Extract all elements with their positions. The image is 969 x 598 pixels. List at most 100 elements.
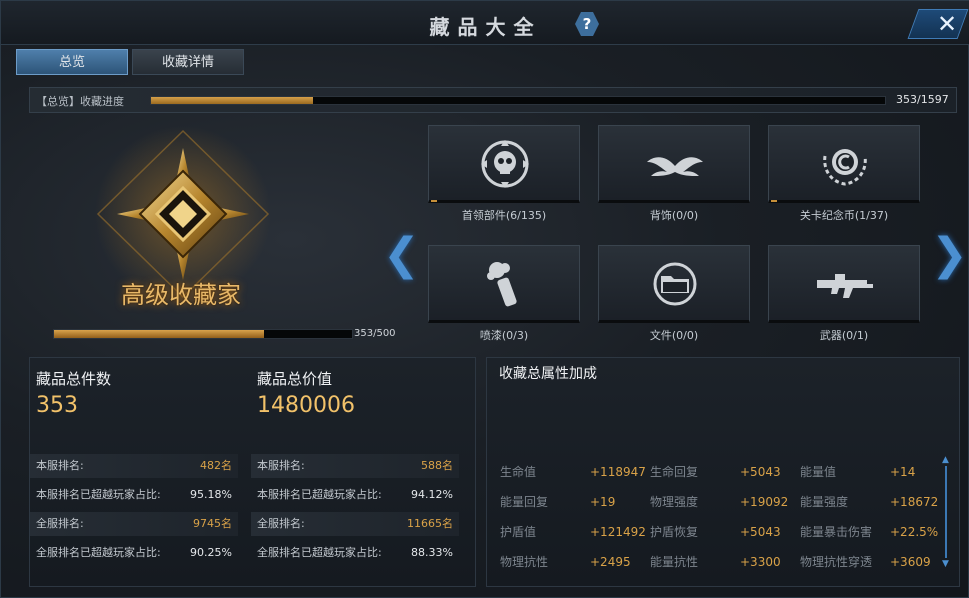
close-icon[interactable]: ✕	[935, 9, 959, 39]
overall-progress: 【总览】收藏进度 353/1597	[29, 87, 957, 113]
category-label-level-coins: 关卡纪念币(1/37)	[799, 209, 889, 222]
attribute-value: +22.5%	[890, 525, 939, 539]
row-value: 588名	[421, 459, 453, 472]
attribute-name: 能量抗性	[650, 555, 699, 569]
scroll-down-icon[interactable]: ▼	[942, 560, 950, 569]
attribute-item: 物理抗性穿透 +3609	[800, 550, 940, 574]
window-title: 藏品大全	[429, 15, 542, 39]
total-value-title: 藏品总价值	[257, 370, 333, 388]
overall-progress-text: 353/1597	[896, 93, 949, 106]
attribute-name: 物理抗性	[500, 555, 549, 569]
attribute-value: +121492	[590, 525, 646, 539]
attribute-value: +14	[890, 465, 916, 479]
count-global-rank-row: 全服排名: 9745名	[30, 512, 238, 536]
category-label-weapons: 武器(0/1)	[819, 329, 869, 342]
row-value: 88.33%	[411, 546, 453, 559]
attribute-value: +5043	[740, 465, 781, 479]
collection-window: 藏品大全 ? ✕ 总览 收藏详情 【总览】收藏进度 353/1597 高级收藏家…	[0, 0, 969, 598]
tab-overview[interactable]: 总览	[16, 49, 128, 75]
attribute-item: 护盾值 +121492	[500, 520, 650, 544]
row-key: 全服排名:	[36, 517, 84, 530]
total-value-value: 1480006	[257, 393, 355, 418]
skull-icon	[481, 140, 529, 188]
attribute-value: +3609	[890, 555, 931, 569]
attribute-value: +2495	[590, 555, 631, 569]
attribute-item: 生命回复 +5043	[650, 460, 800, 484]
category-card-boss-parts[interactable]	[428, 125, 580, 203]
rank-progress-fill	[54, 330, 265, 338]
category-card-documents[interactable]	[598, 245, 750, 323]
overall-progress-label: 【总览】收藏进度	[36, 95, 124, 108]
value-server-rank-row: 本服排名: 588名	[251, 454, 459, 478]
attribute-item: 能量暴击伤害 +22.5%	[800, 520, 950, 544]
attribute-name: 生命值	[500, 465, 537, 479]
attributes-title: 收藏总属性加成	[499, 366, 597, 382]
row-value: 95.18%	[190, 488, 232, 501]
attribute-name: 物理强度	[650, 495, 699, 509]
attribute-value: +18672	[890, 495, 939, 509]
category-label-back-ornaments: 背饰(0/0)	[649, 209, 699, 222]
attribute-name: 护盾恢复	[650, 525, 699, 539]
category-card-weapons[interactable]	[768, 245, 920, 323]
scroll-up-icon[interactable]: ▲	[942, 456, 950, 465]
category-progress-fill	[771, 200, 777, 202]
folder-icon	[653, 262, 697, 306]
attribute-name: 能量强度	[800, 495, 849, 509]
rank-progress-track	[53, 329, 353, 339]
row-value: 482名	[200, 459, 232, 472]
row-key: 本服排名已超越玩家占比:	[257, 488, 382, 501]
category-label-sprays: 喷漆(0/3)	[479, 329, 529, 342]
total-count-title: 藏品总件数	[36, 370, 112, 388]
attribute-value: +19092	[740, 495, 789, 509]
attribute-item: 物理强度 +19092	[650, 490, 800, 514]
attribute-value: +3300	[740, 555, 781, 569]
coin-icon	[823, 149, 867, 186]
overall-progress-fill	[151, 97, 314, 104]
row-key: 本服排名已超越玩家占比:	[36, 488, 161, 501]
attribute-item: 能量抗性 +3300	[650, 550, 800, 574]
attribute-name: 能量值	[800, 465, 837, 479]
attribute-value: +118947	[590, 465, 646, 479]
row-key: 本服排名:	[257, 459, 305, 472]
attribute-name: 生命回复	[650, 465, 699, 479]
attribute-item: 护盾恢复 +5043	[650, 520, 800, 544]
category-card-sprays[interactable]	[428, 245, 580, 323]
rifle-icon	[817, 274, 873, 298]
overall-progress-track	[150, 96, 886, 105]
attribute-name: 能量回复	[500, 495, 549, 509]
category-progress-fill	[431, 200, 437, 202]
value-server-percent-row: 本服排名已超越玩家占比: 94.12%	[251, 483, 459, 507]
row-key: 全服排名:	[257, 517, 305, 530]
wings-icon	[647, 157, 703, 176]
attribute-item: 能量强度 +18672	[800, 490, 950, 514]
category-label-documents: 文件(0/0)	[649, 329, 699, 342]
rank-title: 高级收藏家	[121, 281, 241, 309]
attribute-item: 能量值 +14	[800, 460, 950, 484]
attribute-item: 生命值 +118947	[500, 460, 650, 484]
count-global-percent-row: 全服排名已超越玩家占比: 90.25%	[30, 541, 238, 565]
prev-page-button[interactable]: ❮	[383, 233, 420, 277]
spray-can-icon	[487, 262, 517, 307]
attribute-name: 护盾值	[500, 525, 537, 539]
category-label-boss-parts: 首领部件(6/135)	[461, 209, 547, 222]
row-key: 全服排名已超越玩家占比:	[257, 546, 382, 559]
row-key: 全服排名已超越玩家占比:	[36, 546, 161, 559]
value-global-rank-row: 全服排名: 11665名	[251, 512, 459, 536]
category-card-level-coins[interactable]	[768, 125, 920, 203]
title-bar: 藏品大全 ? ✕	[1, 1, 969, 45]
category-card-back-ornaments[interactable]	[598, 125, 750, 203]
attributes-scrollbar[interactable]: ▲ ▼	[942, 456, 950, 569]
next-page-button[interactable]: ❯	[931, 233, 968, 277]
total-count-value: 353	[36, 393, 78, 418]
value-global-percent-row: 全服排名已超越玩家占比: 88.33%	[251, 541, 459, 565]
attribute-value: +19	[590, 495, 616, 509]
attribute-item: 物理抗性 +2495	[500, 550, 650, 574]
row-value: 9745名	[193, 517, 232, 530]
tab-collection-details[interactable]: 收藏详情	[132, 49, 244, 75]
row-value: 94.12%	[411, 488, 453, 501]
row-value: 90.25%	[190, 546, 232, 559]
scroll-track[interactable]	[945, 466, 947, 558]
row-value: 11665名	[407, 517, 453, 530]
attribute-name: 物理抗性穿透	[800, 555, 873, 569]
attribute-item: 能量回复 +19	[500, 490, 650, 514]
